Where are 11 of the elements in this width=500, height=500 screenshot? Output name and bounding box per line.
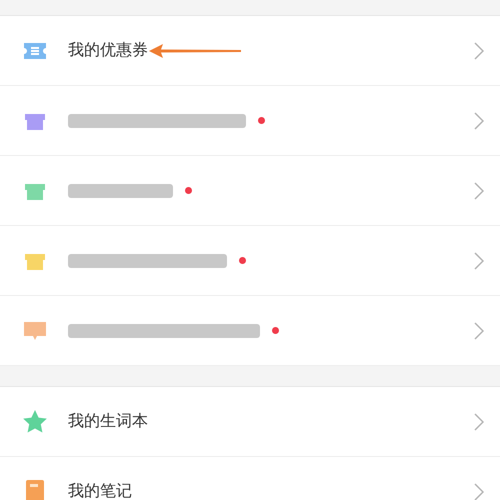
- menu-label: 我的笔记: [68, 482, 132, 500]
- menu-label: 我的生词本: [68, 412, 148, 432]
- chevron-right-icon: [474, 322, 484, 340]
- chevron-right-icon: [474, 412, 484, 430]
- star-icon: [22, 408, 48, 434]
- chevron-right-icon: [474, 182, 484, 200]
- chevron-right-icon: [474, 482, 484, 500]
- chevron-right-icon: [474, 42, 484, 60]
- chevron-right-icon: [474, 112, 484, 130]
- menu-label: 我的优惠券: [68, 40, 148, 60]
- chevron-right-icon: [474, 252, 484, 270]
